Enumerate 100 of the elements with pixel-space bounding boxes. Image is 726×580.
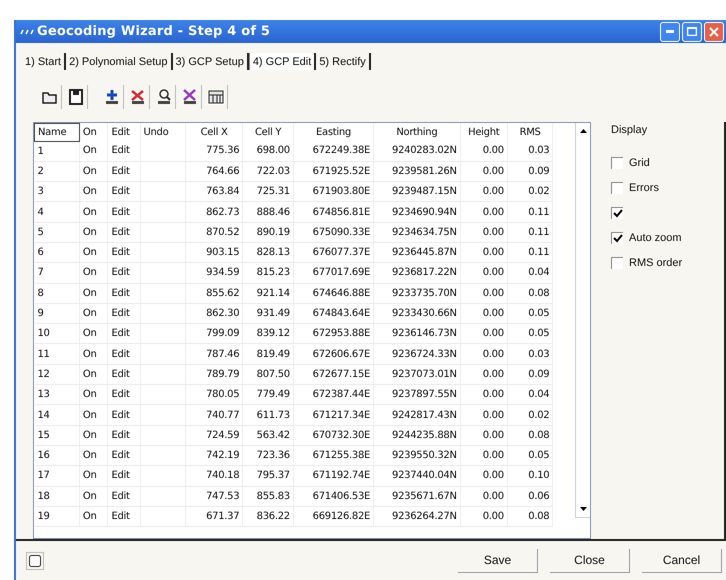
help-icon: [29, 554, 41, 567]
vertical-scrollbar[interactable]: [575, 122, 590, 518]
dialog-button[interactable]: Cancel: [642, 548, 722, 573]
table-cell: 934.59: [206, 267, 240, 278]
column-header[interactable]: On: [79, 123, 108, 142]
table-cell: 0.05: [528, 450, 550, 462]
table-cell: 0.08: [528, 430, 550, 441]
table-cell: 10: [38, 328, 50, 340]
column-header[interactable]: Easting: [293, 123, 374, 142]
checkbox[interactable]: [611, 182, 623, 194]
table-cell: On: [82, 145, 96, 156]
cross-icon: [130, 88, 146, 104]
magnifier-icon: [156, 88, 172, 104]
dialog-button[interactable]: Save: [458, 548, 538, 573]
table-cell: On: [82, 470, 96, 482]
close-icon: [709, 26, 719, 37]
table-cell: 807.50: [256, 368, 290, 380]
tab[interactable]: 4) GCP Edit: [248, 53, 316, 70]
table-cell: Edit: [111, 247, 130, 258]
checkbox[interactable]: [611, 256, 623, 269]
table-cell: Edit: [111, 267, 130, 278]
table-cell: 723.36: [256, 450, 290, 462]
tab[interactable]: 1) Start: [22, 53, 66, 70]
table-cell: Edit: [111, 226, 130, 238]
checkbox[interactable]: [611, 232, 623, 244]
tab[interactable]: 2) Polynomial Setup: [66, 53, 173, 70]
table-cell: 9237440.04N: [392, 470, 457, 482]
table-cell: 9242817.43N: [392, 410, 457, 421]
table-cell: 0.05: [528, 308, 550, 320]
table-cell: 671903.80E: [312, 186, 370, 198]
checkbox-label: Errors: [629, 182, 659, 194]
table-cell: 671406.53E: [312, 490, 370, 502]
folder-icon: [42, 90, 58, 104]
column-header[interactable]: Cell X: [185, 123, 243, 142]
column-header[interactable]: Edit: [108, 123, 140, 142]
column-header[interactable]: Undo: [140, 123, 186, 142]
table-cell: 0.08: [528, 511, 550, 522]
close-button[interactable]: [704, 22, 724, 42]
checkbox-label: RMS order: [629, 256, 682, 269]
table-cell: 0.00: [482, 470, 504, 482]
table-cell: 0.00: [482, 288, 504, 299]
maximize-button[interactable]: [682, 22, 702, 42]
table-cell: 836.22: [256, 511, 290, 522]
table-cell: 563.42: [256, 430, 290, 441]
table-cell: On: [82, 348, 96, 360]
checkbox-label: Grid: [629, 156, 650, 169]
table-cell: On: [82, 490, 96, 502]
table-cell: 0.00: [482, 206, 504, 218]
table-cell: 862.30: [206, 308, 240, 320]
table-cell: 672387.44E: [312, 389, 370, 400]
help-button[interactable]: [26, 552, 44, 570]
table-cell: 0.09: [528, 166, 550, 177]
table-cell: 2: [38, 166, 44, 177]
table-cell: 779.49: [256, 389, 290, 400]
table-cell: 5: [38, 226, 44, 238]
table-cell: 0.03: [528, 145, 550, 156]
table-cell: 671.37: [206, 511, 240, 522]
table-cell: 787.46: [206, 348, 240, 360]
checkbox[interactable]: [611, 156, 623, 169]
column-header[interactable]: Cell Y: [242, 123, 294, 142]
column-header[interactable]: Name: [34, 123, 80, 142]
display-title: Display: [611, 124, 648, 136]
table-icon: [208, 90, 224, 104]
column-header[interactable]: Height: [460, 123, 508, 142]
table-cell: On: [82, 288, 96, 299]
table-cell: 0.00: [482, 389, 504, 400]
dialog-button[interactable]: Close: [550, 548, 630, 573]
minimize-button[interactable]: [660, 22, 680, 42]
table-cell: 11: [38, 348, 50, 360]
table-cell: 890.19: [256, 226, 290, 238]
table-cell: 18: [38, 490, 50, 502]
table-cell: Edit: [111, 348, 130, 360]
table-cell: Edit: [111, 410, 130, 421]
table-cell: 13: [38, 389, 50, 400]
table-cell: 9236264.27N: [392, 511, 457, 522]
table-cell: 9236146.73N: [392, 328, 457, 340]
table-cell: On: [82, 511, 96, 522]
table-cell: Edit: [111, 328, 130, 340]
table-cell: 671255.38E: [312, 450, 370, 462]
table-cell: Edit: [111, 389, 130, 400]
table-cell: 9234634.75N: [392, 226, 457, 238]
table-cell: 0.03: [528, 348, 550, 360]
tab[interactable]: 5) Rectify: [316, 53, 371, 70]
table-cell: 888.46: [256, 206, 290, 218]
checkbox[interactable]: [611, 206, 623, 219]
table-cell: 921.14: [256, 288, 290, 299]
column-header[interactable]: Northing: [374, 123, 460, 142]
table-cell: 870.52: [206, 226, 240, 238]
table-cell: 9236445.87N: [392, 247, 457, 258]
table-cell: On: [82, 430, 96, 441]
table-cell: 9: [38, 308, 44, 320]
table-cell: 698.00: [256, 145, 290, 156]
table-cell: 742.19: [206, 450, 240, 462]
table-cell: 0.00: [482, 490, 504, 502]
table-cell: 676077.37E: [312, 247, 370, 258]
column-header[interactable]: RMS: [507, 123, 553, 142]
table-cell: 674856.81E: [312, 206, 370, 218]
table-cell: 677017.69E: [312, 267, 370, 278]
table-cell: 17: [38, 470, 50, 482]
table-cell: 672249.38E: [312, 145, 370, 156]
